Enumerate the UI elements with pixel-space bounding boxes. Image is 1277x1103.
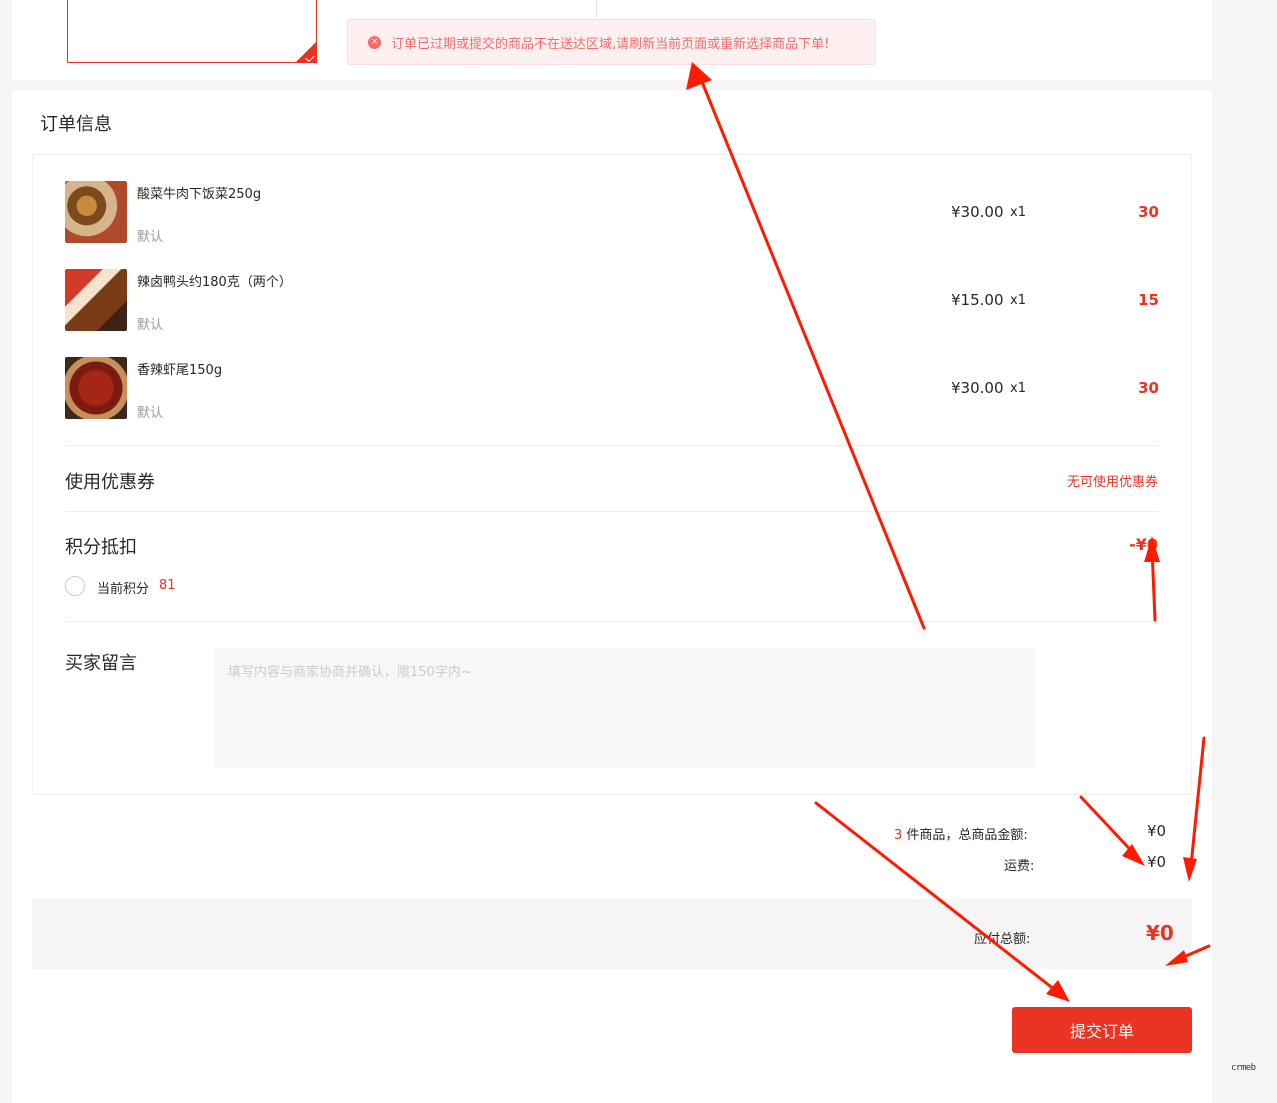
goods-name[interactable]: 香辣虾尾150g [137,359,222,378]
goods-count-suffix: 件商品，总商品金额: [902,828,1028,843]
current-points-value: 81 [159,578,176,593]
submit-order-button[interactable]: 提交订单 [1012,1007,1192,1053]
goods-spec: 默认 [137,318,164,333]
section-title: 订单信息 [40,114,112,135]
goods-subtotal: 30 [1138,203,1159,221]
goods-quantity: x1 [1010,293,1026,308]
goods-subtotal: 15 [1138,291,1159,309]
total-amount: ¥0 [1146,921,1174,945]
error-circle-icon: × [368,35,381,49]
points-deduction-value: -¥0 [1129,535,1158,554]
coupon-value[interactable]: 无可使用优惠券 [1067,471,1158,490]
goods-price: ¥30.00 [951,203,1004,221]
goods-item: 香辣虾尾150g 默认 ¥30.00 x1 30 [65,357,1159,421]
goods-item: 辣卤鸭头约180克（两个） 默认 ¥15.00 x1 15 [65,269,1159,333]
goods-name[interactable]: 辣卤鸭头约180克（两个） [137,271,292,290]
total-bar: 应付总额: ¥0 [32,899,1192,969]
coupon-label: 使用优惠券 [65,472,155,493]
current-points-label: 当前积分 [97,582,150,597]
shipping-amount: ¥0 [1147,853,1167,871]
goods-name[interactable]: 酸菜牛肉下饭菜250g [137,183,261,202]
selected-address-card[interactable] [67,0,317,63]
error-message: 订单已过期或提交的商品不在送达区域,请刷新当前页面或重新选择商品下单! [391,36,830,52]
watermark-logo: crmeb [1231,1063,1256,1073]
error-toast: × 订单已过期或提交的商品不在送达区域,请刷新当前页面或重新选择商品下单! [347,19,876,65]
order-info-panel: 订单信息 酸菜牛肉下饭菜250g 默认 ¥30.00 x1 30 辣卤鸭头约18… [12,90,1212,1103]
buyer-message-input[interactable] [215,648,1035,768]
goods-subtotal: 30 [1138,379,1159,397]
divider [65,621,1159,622]
goods-item: 酸菜牛肉下饭菜250g 默认 ¥30.00 x1 30 [65,181,1159,245]
goods-count-summary: 3 件商品，总商品金额: [894,824,1028,843]
divider [65,445,1159,446]
goods-spec: 默认 [137,230,164,245]
use-points-radio[interactable] [65,576,85,596]
goods-thumbnail[interactable] [65,181,127,243]
goods-price: ¥15.00 [951,291,1004,309]
points-label: 积分抵扣 [65,537,137,558]
order-box: 酸菜牛肉下饭菜250g 默认 ¥30.00 x1 30 辣卤鸭头约180克（两个… [32,154,1192,795]
goods-price: ¥30.00 [951,379,1004,397]
goods-amount: ¥0 [1147,822,1167,840]
goods-thumbnail[interactable] [65,357,127,419]
goods-quantity: x1 [1010,381,1026,396]
goods-spec: 默认 [137,406,164,421]
divider [65,511,1159,512]
total-label: 应付总额: [974,932,1031,947]
shipping-label: 运费: [1004,859,1035,874]
buyer-message-label: 买家留言 [65,653,137,674]
goods-quantity: x1 [1010,205,1026,220]
divider [596,0,597,18]
goods-thumbnail[interactable] [65,269,127,331]
